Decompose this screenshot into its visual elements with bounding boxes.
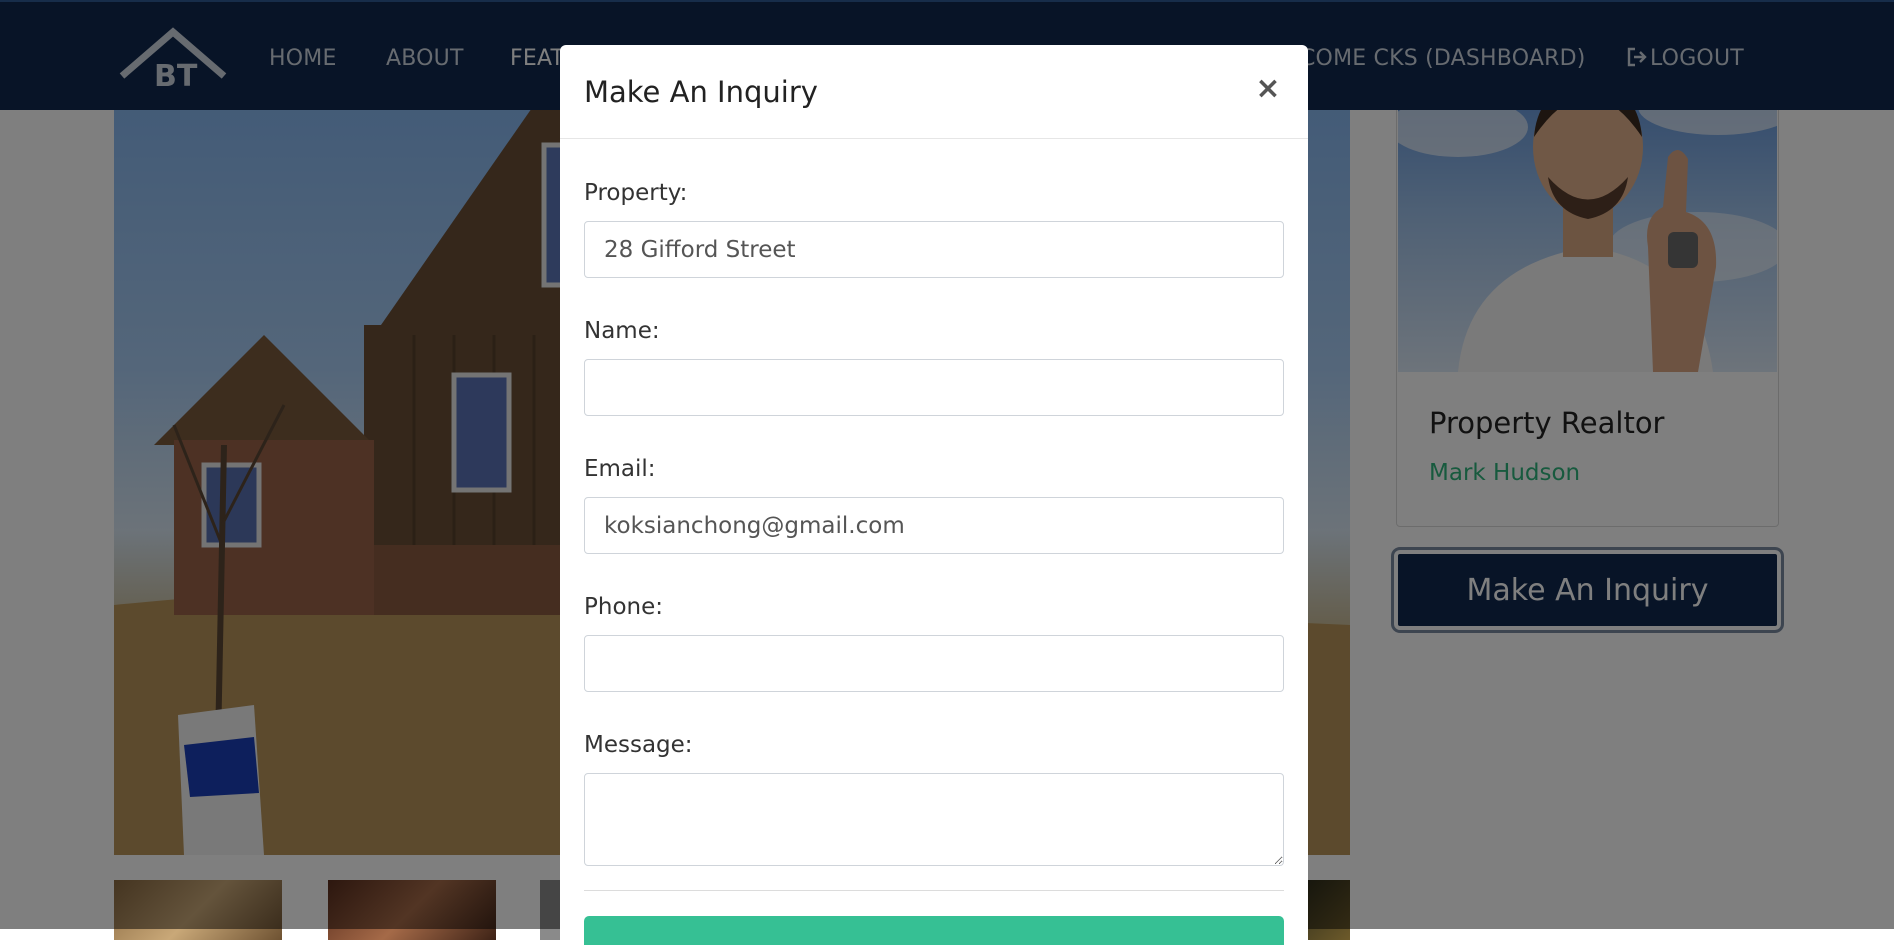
submit-button[interactable] (584, 916, 1284, 945)
email-field[interactable] (584, 497, 1284, 554)
message-field[interactable] (584, 773, 1284, 866)
email-label: Email: (584, 456, 656, 482)
name-label: Name: (584, 318, 660, 344)
phone-field[interactable] (584, 635, 1284, 692)
modal-title: Make An Inquiry (584, 75, 818, 109)
close-icon[interactable]: × (1252, 73, 1284, 105)
property-field[interactable] (584, 221, 1284, 278)
inquiry-modal: Make An Inquiry × Property: Name: Email:… (560, 45, 1308, 945)
modal-divider (584, 890, 1284, 891)
message-label: Message: (584, 732, 693, 758)
phone-label: Phone: (584, 594, 663, 620)
name-field[interactable] (584, 359, 1284, 416)
property-label: Property: (584, 180, 688, 206)
modal-header: Make An Inquiry × (560, 45, 1308, 139)
